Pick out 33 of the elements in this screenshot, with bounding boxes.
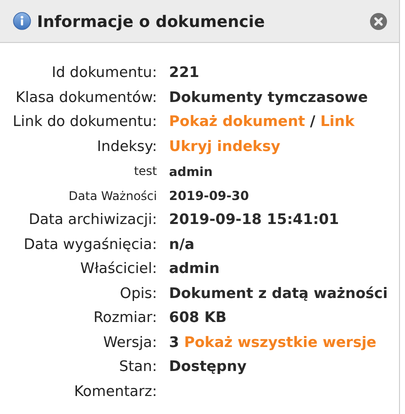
link[interactable]: Pokaż dokument (169, 114, 306, 130)
field-label: Id dokumentu: (52, 65, 157, 82)
field-label: Komentarz: (74, 384, 157, 400)
info-icon (13, 12, 31, 30)
field-label: Opis: (120, 286, 157, 302)
field-value: Dokument z datą ważności (169, 286, 388, 302)
field-label: Klasa dokumentów: (16, 90, 157, 106)
field-label: Data wygaśnięcia: (24, 236, 157, 253)
field-label: Data Ważności (68, 188, 157, 203)
field-value: admin (169, 261, 220, 278)
link[interactable]: Pokaż wszystkie wersje (184, 334, 376, 351)
close-button[interactable] (370, 12, 387, 30)
field-value: n/a (169, 236, 194, 253)
field-label: Stan: (119, 359, 157, 376)
field-label: test (134, 164, 157, 178)
link[interactable]: Link (320, 114, 354, 130)
field-value: 3 (169, 334, 180, 351)
field-label: Właściciel: (80, 261, 157, 278)
field-value: 608 KB (169, 310, 227, 326)
field-label: Rozmiar: (93, 310, 157, 326)
field-label: Data archiwizacji: (28, 212, 157, 228)
link[interactable]: Ukryj indeksy (169, 138, 280, 155)
field-value: admin (169, 164, 213, 179)
field-label: Wersja: (103, 334, 157, 351)
field-label: Link do dokumentu: (12, 114, 157, 130)
field-value: Dokumenty tymczasowe (169, 90, 368, 106)
field-value: 2019-09-18 15:41:01 (169, 212, 339, 228)
field-label: Indeksy: (97, 138, 157, 155)
dialog-title: Informacje o dokumencie (37, 12, 266, 30)
field-value: 221 (169, 65, 200, 82)
field-value: / (310, 114, 316, 130)
field-value: Dostępny (169, 359, 247, 376)
field-value: 2019-09-30 (169, 188, 249, 204)
